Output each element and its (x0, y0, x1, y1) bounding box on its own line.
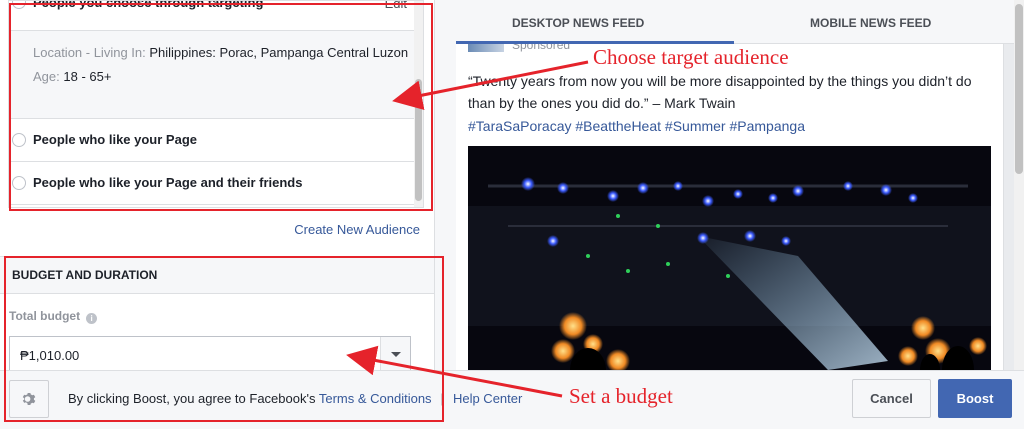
annotation-arrows (346, 60, 589, 398)
budget-annotation: Set a budget (569, 384, 673, 408)
target-annotation: Choose target audience (590, 45, 792, 70)
target-arrow (392, 60, 589, 111)
budget-arrow (346, 345, 563, 398)
